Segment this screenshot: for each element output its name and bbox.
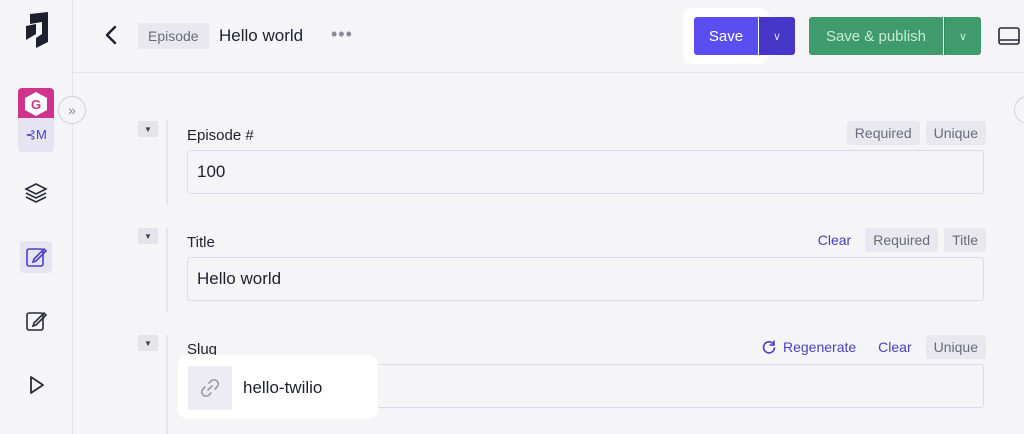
save-options-button[interactable]: ∨ bbox=[759, 17, 795, 55]
sidebar: G ⊰M » bbox=[0, 0, 86, 434]
caret-down-icon: ▼ bbox=[144, 338, 152, 348]
layers-icon bbox=[24, 183, 48, 203]
chevron-down-icon: ∨ bbox=[958, 30, 968, 43]
environment-switch[interactable]: ⊰M bbox=[18, 118, 54, 152]
slug-prefix bbox=[188, 366, 232, 410]
required-tag: Required bbox=[865, 228, 939, 252]
field-episode-number: ▼ Episode # Required Unique 100 bbox=[138, 121, 988, 205]
more-options-icon[interactable]: ••• bbox=[331, 24, 353, 45]
required-tag: Required bbox=[846, 121, 920, 145]
field-tags: Required Unique bbox=[846, 121, 986, 145]
project-logo-icon: G bbox=[25, 92, 47, 116]
edit-icon bbox=[26, 247, 48, 267]
save-and-publish-button[interactable]: Save & publish bbox=[809, 17, 943, 55]
content-alt-nav-item[interactable] bbox=[20, 305, 52, 337]
refresh-icon bbox=[762, 340, 776, 354]
field-toggle[interactable]: ▼ bbox=[138, 228, 158, 244]
hygraph-logo-icon[interactable] bbox=[22, 12, 52, 56]
edit-icon bbox=[26, 311, 48, 331]
chevron-down-icon: ∨ bbox=[772, 30, 782, 43]
double-chevron-right-icon: » bbox=[68, 102, 76, 118]
field-rail bbox=[166, 121, 168, 205]
unique-tag: Unique bbox=[925, 121, 986, 145]
field-toggle[interactable]: ▼ bbox=[138, 121, 158, 137]
model-badge: Episode bbox=[138, 23, 209, 49]
field-label: Title bbox=[187, 234, 215, 251]
play-icon bbox=[30, 376, 44, 394]
publish-options-button[interactable]: ∨ bbox=[944, 17, 981, 55]
field-tags: Clear Required Title bbox=[810, 228, 986, 252]
back-icon[interactable] bbox=[99, 22, 125, 48]
content-nav-item[interactable] bbox=[20, 241, 52, 273]
field-title: ▼ Title Clear Required Title Hello world bbox=[138, 228, 988, 312]
expand-sidebar-button[interactable]: » bbox=[58, 96, 86, 124]
regenerate-button[interactable]: Regenerate bbox=[753, 335, 864, 359]
field-tags: Regenerate Clear Unique bbox=[753, 335, 986, 359]
environment-switch-label: ⊰M bbox=[25, 127, 47, 142]
field-label: Episode # bbox=[187, 127, 254, 144]
clear-button[interactable]: Clear bbox=[870, 335, 919, 359]
caret-down-icon: ▼ bbox=[144, 231, 152, 241]
playground-nav-item[interactable] bbox=[20, 369, 52, 401]
field-rail bbox=[166, 228, 168, 312]
entry-header: Episode Hello world ••• Save ∨ Save & pu… bbox=[73, 0, 1024, 73]
title-input[interactable]: Hello world bbox=[187, 257, 984, 301]
caret-down-icon: ▼ bbox=[144, 124, 152, 134]
schema-nav-item[interactable] bbox=[20, 177, 52, 209]
save-button[interactable]: Save bbox=[694, 17, 758, 55]
sidebar-panel-icon[interactable] bbox=[997, 24, 1021, 48]
unique-tag: Unique bbox=[925, 335, 986, 359]
slug-value[interactable]: hello-twilio bbox=[243, 378, 322, 398]
regenerate-label: Regenerate bbox=[782, 339, 857, 355]
clear-button[interactable]: Clear bbox=[810, 228, 859, 252]
episode-number-input[interactable]: 100 bbox=[187, 150, 984, 194]
title-tag: Title bbox=[944, 228, 986, 252]
entry-title: Hello world bbox=[219, 26, 304, 45]
expand-right-panel-button[interactable] bbox=[1014, 96, 1024, 124]
svg-text:G: G bbox=[31, 97, 41, 112]
field-toggle[interactable]: ▼ bbox=[138, 335, 158, 351]
link-icon bbox=[200, 378, 220, 398]
field-rail bbox=[166, 335, 168, 434]
